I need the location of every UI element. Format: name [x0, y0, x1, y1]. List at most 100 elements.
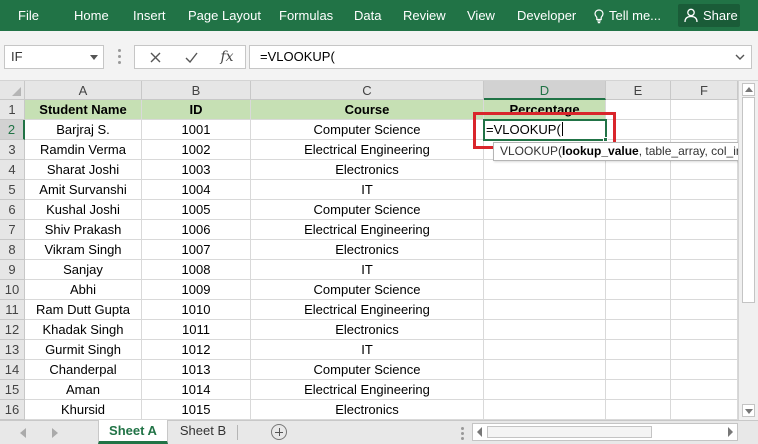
- table-cell[interactable]: [484, 340, 606, 360]
- table-cell[interactable]: [484, 240, 606, 260]
- row-header-5[interactable]: 5: [0, 180, 25, 200]
- row-header-10[interactable]: 10: [0, 280, 25, 300]
- menu-page-layout[interactable]: Page Layout: [188, 0, 261, 31]
- row-header-6[interactable]: 6: [0, 200, 25, 220]
- table-cell[interactable]: Shiv Prakash: [25, 220, 142, 240]
- formula-input[interactable]: =VLOOKUP(: [249, 45, 752, 69]
- menu-formulas[interactable]: Formulas: [279, 0, 333, 31]
- table-cell[interactable]: 1015: [142, 400, 251, 420]
- table-cell[interactable]: 1007: [142, 240, 251, 260]
- table-cell[interactable]: Electrical Engineering: [251, 300, 484, 320]
- table-cell[interactable]: Chanderpal: [25, 360, 142, 380]
- table-cell[interactable]: Electrical Engineering: [251, 380, 484, 400]
- table-cell[interactable]: [671, 260, 738, 280]
- table-cell[interactable]: [671, 280, 738, 300]
- table-cell[interactable]: Vikram Singh: [25, 240, 142, 260]
- tell-me-search[interactable]: Tell me...: [594, 0, 661, 31]
- scroll-left-arrow-icon[interactable]: [477, 427, 482, 437]
- table-cell[interactable]: 1012: [142, 340, 251, 360]
- splitter-handle[interactable]: [461, 427, 465, 440]
- table-cell[interactable]: [606, 360, 671, 380]
- enter-button[interactable]: [173, 46, 209, 68]
- next-sheet-arrow-icon[interactable]: [52, 428, 58, 438]
- row-header-11[interactable]: 11: [0, 300, 25, 320]
- scroll-thumb[interactable]: [742, 97, 755, 303]
- cancel-button[interactable]: [137, 46, 173, 68]
- table-cell[interactable]: Amit Survanshi: [25, 180, 142, 200]
- menu-review[interactable]: Review: [403, 0, 446, 31]
- table-cell[interactable]: IT: [251, 260, 484, 280]
- table-cell[interactable]: [671, 340, 738, 360]
- chevron-down-icon[interactable]: [735, 53, 745, 61]
- table-cell[interactable]: [671, 320, 738, 340]
- table-cell[interactable]: Electronics: [251, 320, 484, 340]
- tab-sheet-b[interactable]: Sheet B: [170, 420, 236, 444]
- table-cell[interactable]: [606, 180, 671, 200]
- column-header-e[interactable]: E: [606, 81, 671, 100]
- table-cell[interactable]: Computer Science: [251, 200, 484, 220]
- table-cell[interactable]: [606, 380, 671, 400]
- table-cell[interactable]: Aman: [25, 380, 142, 400]
- table-cell[interactable]: [484, 320, 606, 340]
- prev-sheet-arrow-icon[interactable]: [20, 428, 26, 438]
- table-cell[interactable]: Electrical Engineering: [251, 220, 484, 240]
- table-cell[interactable]: 1013: [142, 360, 251, 380]
- table-cell[interactable]: Gurmit Singh: [25, 340, 142, 360]
- table-cell[interactable]: Khadak Singh: [25, 320, 142, 340]
- table-cell[interactable]: Sanjay: [25, 260, 142, 280]
- row-header-14[interactable]: 14: [0, 360, 25, 380]
- scroll-right-arrow-icon[interactable]: [728, 427, 733, 437]
- chevron-down-icon[interactable]: [90, 55, 98, 60]
- table-cell[interactable]: [671, 240, 738, 260]
- table-cell[interactable]: Barjraj S.: [25, 120, 142, 140]
- header-cell[interactable]: Student Name: [25, 100, 142, 120]
- menu-data[interactable]: Data: [354, 0, 381, 31]
- table-cell[interactable]: [671, 100, 738, 120]
- table-cell[interactable]: [606, 160, 671, 180]
- table-cell[interactable]: 1005: [142, 200, 251, 220]
- row-header-1[interactable]: 1: [0, 100, 25, 120]
- splitter-handle[interactable]: [118, 49, 122, 65]
- select-all-corner[interactable]: [0, 81, 25, 100]
- table-cell[interactable]: 1004: [142, 180, 251, 200]
- scroll-up-arrow-icon[interactable]: [742, 83, 755, 96]
- table-cell[interactable]: [484, 260, 606, 280]
- row-header-2[interactable]: 2: [0, 120, 25, 140]
- table-cell[interactable]: Abhi: [25, 280, 142, 300]
- table-cell[interactable]: [484, 220, 606, 240]
- table-cell[interactable]: Kushal Joshi: [25, 200, 142, 220]
- menu-home[interactable]: Home: [74, 0, 109, 31]
- table-cell[interactable]: [671, 180, 738, 200]
- table-cell[interactable]: [606, 220, 671, 240]
- menu-insert[interactable]: Insert: [133, 0, 166, 31]
- add-sheet-icon[interactable]: [271, 424, 287, 440]
- table-cell[interactable]: Ramdin Verma: [25, 140, 142, 160]
- row-header-3[interactable]: 3: [0, 140, 25, 160]
- row-header-7[interactable]: 7: [0, 220, 25, 240]
- share-button[interactable]: Share: [678, 4, 740, 27]
- table-cell[interactable]: [606, 320, 671, 340]
- table-cell[interactable]: Electrical Engineering: [251, 140, 484, 160]
- menu-developer[interactable]: Developer: [517, 0, 576, 31]
- tab-sheet-a[interactable]: Sheet A: [98, 420, 168, 444]
- table-cell[interactable]: 1011: [142, 320, 251, 340]
- row-header-16[interactable]: 16: [0, 400, 25, 420]
- menu-file[interactable]: File: [18, 0, 39, 31]
- table-cell[interactable]: [671, 160, 738, 180]
- row-header-4[interactable]: 4: [0, 160, 25, 180]
- row-header-15[interactable]: 15: [0, 380, 25, 400]
- table-cell[interactable]: IT: [251, 180, 484, 200]
- menu-view[interactable]: View: [467, 0, 495, 31]
- scroll-thumb[interactable]: [487, 426, 652, 438]
- table-cell[interactable]: 1014: [142, 380, 251, 400]
- table-cell[interactable]: [671, 380, 738, 400]
- spreadsheet-grid[interactable]: A B C D E F 1 Student Name ID Course Percentage 2 Ba…: [0, 81, 738, 420]
- table-cell[interactable]: 1001: [142, 120, 251, 140]
- table-cell[interactable]: [671, 360, 738, 380]
- table-cell[interactable]: 1008: [142, 260, 251, 280]
- table-cell[interactable]: 1009: [142, 280, 251, 300]
- table-cell[interactable]: [606, 200, 671, 220]
- table-cell[interactable]: [484, 400, 606, 420]
- table-cell[interactable]: [484, 160, 606, 180]
- table-cell[interactable]: Computer Science: [251, 120, 484, 140]
